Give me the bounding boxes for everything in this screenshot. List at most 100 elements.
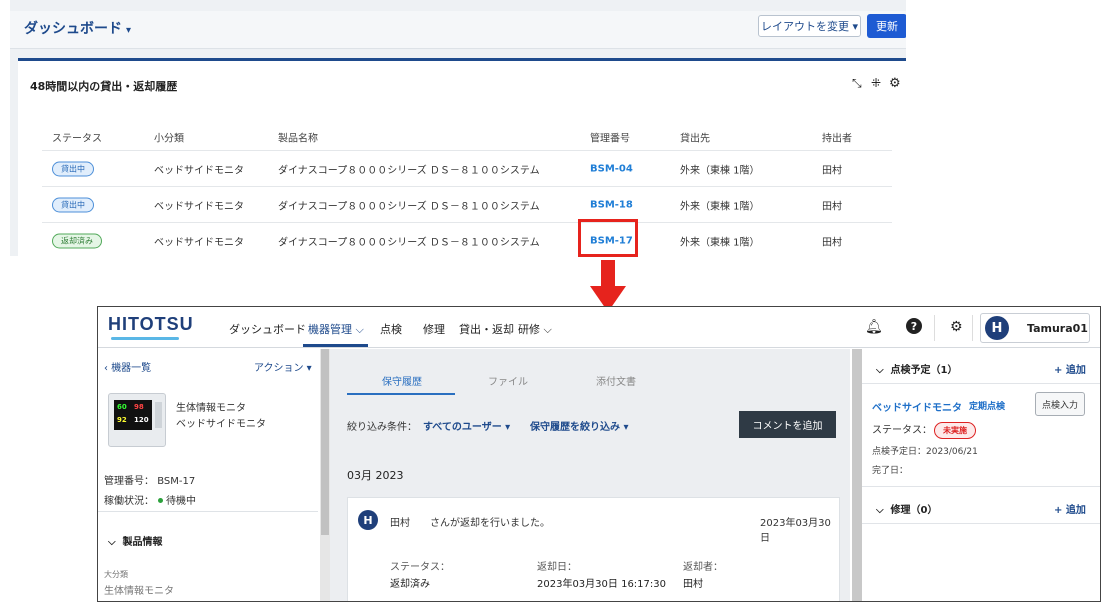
- column-header: 持出者: [822, 133, 852, 144]
- inspection-input-button[interactable]: 点検入力: [1035, 392, 1085, 416]
- app-window: HITOTSU ダッシュボード 機器管理 ⌵ 点検 修理 貸出・返却 研修 ⌵ …: [97, 306, 1101, 602]
- chevron-down-icon: ⌵: [108, 537, 120, 548]
- operation-status: 稼働状況： 待機中: [104, 496, 196, 507]
- product-info-section-toggle[interactable]: ⌵ 製品情報: [108, 533, 163, 548]
- chevron-down-icon: ⌵: [876, 365, 888, 376]
- logo-underline: [111, 337, 179, 340]
- scrollbar[interactable]: [320, 349, 330, 601]
- filter-users-dropdown[interactable]: すべてのユーザー ▾: [423, 418, 510, 433]
- dashboard-panel: ダッシュボード ▾ レイアウトを変更 ▾ 更新 48時間以内の貸出・返却履歴 ⤡ …: [10, 0, 906, 256]
- change-layout-button[interactable]: レイアウトを変更 ▾: [758, 15, 861, 37]
- device-image: 60 98 92 120: [108, 393, 166, 447]
- product-cell: ダイナスコープ８０００シリーズ ＤＳ－８１００システム: [278, 165, 540, 176]
- avatar: H: [985, 316, 1009, 340]
- month-heading: 03月 2023: [347, 469, 404, 482]
- filter-label: 絞り込み条件：: [347, 422, 417, 433]
- entry-date: 2023年03月30日: [760, 518, 831, 544]
- entry-field-value: 田村: [683, 579, 703, 590]
- holder-cell: 田村: [822, 237, 842, 248]
- action-menu[interactable]: アクション ▾: [254, 359, 312, 374]
- dashboard-title[interactable]: ダッシュボード ▾: [24, 18, 131, 38]
- table-row: 貸出中 ベッドサイドモニタ ダイナスコープ８０００シリーズ ＤＳ－８１００システ…: [42, 151, 892, 187]
- entry-message: さんが返却を行いました。: [430, 518, 550, 529]
- add-inspection-link[interactable]: + 追加: [1054, 361, 1086, 376]
- inspection-completed-date: 完了日：: [872, 466, 909, 476]
- management-number-link[interactable]: BSM-18: [590, 199, 633, 210]
- divider: [862, 486, 1100, 487]
- collapse-icon[interactable]: ⁜: [871, 76, 881, 90]
- inspection-type: 定期点検: [969, 402, 1006, 412]
- inspection-section-toggle[interactable]: ⌵ 点検予定（1）: [876, 361, 958, 376]
- nav-inspection[interactable]: 点検: [380, 321, 402, 337]
- nav-dashboard[interactable]: ダッシュボード: [229, 321, 306, 337]
- management-number: 管理番号： BSM-17: [104, 476, 196, 487]
- subcategory-cell: ベッドサイドモニタ: [154, 237, 244, 248]
- table-row: 返却済み ベッドサイドモニタ ダイナスコープ８０００シリーズ ＤＳ－８１００シス…: [42, 223, 892, 256]
- avatar: H: [358, 510, 378, 530]
- help-icon[interactable]: ?: [906, 318, 922, 338]
- status-cell: 貸出中: [52, 161, 94, 176]
- nav-divider: [934, 315, 935, 341]
- back-to-device-list-link[interactable]: ‹ 機器一覧: [104, 359, 151, 374]
- tab-files[interactable]: ファイル: [488, 373, 528, 388]
- category-label: 大分類: [104, 570, 128, 579]
- expand-arrows-icon[interactable]: ⤡: [852, 76, 862, 91]
- nav-lending-return[interactable]: 貸出・返却: [459, 321, 514, 337]
- subcategory-cell: ベッドサイドモニタ: [154, 201, 244, 212]
- column-header: ステータス: [52, 133, 102, 144]
- inspection-device-link[interactable]: ベッドサイドモニタ: [872, 399, 962, 414]
- nav-device-management[interactable]: 機器管理 ⌵: [308, 321, 364, 337]
- chevron-down-icon: ⌵: [876, 505, 888, 516]
- user-name: Tamura01: [1027, 322, 1088, 335]
- entry-user: 田村: [390, 518, 410, 529]
- user-menu[interactable]: H Tamura01: [980, 313, 1090, 343]
- update-button[interactable]: 更新: [867, 14, 906, 38]
- divider: [862, 383, 1100, 384]
- add-repair-link[interactable]: + 追加: [1054, 501, 1086, 516]
- status-cell: 返却済み: [52, 233, 102, 248]
- entry-field-label: ステータス：: [390, 562, 450, 573]
- holder-cell: 田村: [822, 201, 842, 212]
- bell-icon[interactable]: 🔔︎: [865, 319, 883, 335]
- repair-section-toggle[interactable]: ⌵ 修理（0）: [876, 501, 938, 516]
- column-header: 管理番号: [590, 133, 630, 144]
- nav-divider: [972, 315, 973, 341]
- chevron-down-icon: ▾: [126, 25, 132, 36]
- top-nav: HITOTSU ダッシュボード 機器管理 ⌵ 点検 修理 貸出・返却 研修 ⌵ …: [98, 307, 1100, 348]
- card-title: 48時間以内の貸出・返却履歴: [30, 80, 178, 93]
- entry-field-value: 返却済み: [390, 579, 430, 590]
- history-entry: H 田村 さんが返却を行いました。 2023年03月30日 ステータス： 返却済…: [347, 497, 840, 601]
- gear-icon[interactable]: ⚙: [889, 76, 901, 91]
- filter-history-dropdown[interactable]: 保守履歴を絞り込み ▾: [530, 418, 629, 433]
- category-value: 生体情報モニタ: [104, 586, 174, 597]
- nav-active-indicator: [303, 344, 368, 347]
- schedule-panel: ⌵ 点検予定（1） + 追加 ベッドサイドモニタ 定期点検 点検入力 ステータス…: [862, 349, 1100, 601]
- management-number-link[interactable]: BSM-04: [590, 163, 633, 174]
- entry-field-label: 返却日：: [537, 562, 577, 573]
- add-comment-button[interactable]: コメントを追加: [739, 411, 836, 438]
- scrollbar[interactable]: [852, 349, 862, 601]
- scrollbar-thumb[interactable]: [321, 349, 329, 535]
- highlight-box: [578, 219, 638, 257]
- tab-maintenance-history[interactable]: 保守履歴: [382, 373, 422, 388]
- inspection-planned-date: 点検予定日：2023/06/21: [872, 447, 978, 457]
- nav-training[interactable]: 研修 ⌵: [518, 321, 552, 337]
- destination-cell: 外来（東棟 1階）: [680, 237, 760, 248]
- history-card: 48時間以内の貸出・返却履歴 ⤡ ⁜ ⚙ ステータス 小分類 製品名称 管理番号…: [18, 58, 906, 256]
- gear-icon[interactable]: ⚙: [950, 319, 963, 335]
- tab-attachments[interactable]: 添付文書: [596, 373, 636, 388]
- device-subcategory: ベッドサイドモニタ: [176, 419, 266, 430]
- subcategory-cell: ベッドサイドモニタ: [154, 165, 244, 176]
- column-header: 製品名称: [278, 133, 318, 144]
- maintenance-panel: 保守履歴 ファイル 添付文書 絞り込み条件： すべてのユーザー ▾ 保守履歴を絞…: [330, 349, 862, 601]
- device-knob: [155, 402, 162, 428]
- device-detail-panel: ‹ 機器一覧 アクション ▾ 60 98 92 120 生体情報モニタ ベッドサ…: [98, 349, 330, 601]
- product-cell: ダイナスコープ８０００シリーズ ＤＳ－８１００システム: [278, 237, 540, 248]
- nav-repair[interactable]: 修理: [423, 321, 445, 337]
- dashboard-header: ダッシュボード ▾ レイアウトを変更 ▾ 更新: [10, 11, 906, 49]
- product-cell: ダイナスコープ８０００シリーズ ＤＳ－８１００システム: [278, 201, 540, 212]
- status-badge: 未実施: [934, 422, 976, 439]
- logo[interactable]: HITOTSU: [108, 314, 194, 335]
- history-table: ステータス 小分類 製品名称 管理番号 貸出先 持出者 貸出中 ベッドサイドモニ…: [42, 123, 892, 256]
- divider: [98, 511, 318, 512]
